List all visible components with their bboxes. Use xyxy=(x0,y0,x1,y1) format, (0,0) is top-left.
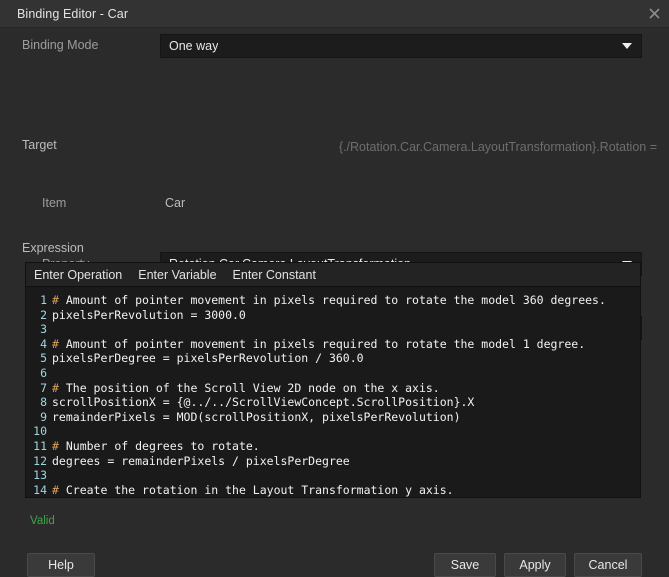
code-line: 2 pixelsPerRevolution = 3000.0 xyxy=(26,308,640,323)
item-label: Item xyxy=(42,196,67,210)
save-button[interactable]: Save xyxy=(434,553,496,577)
line-number: 13 xyxy=(33,468,47,483)
status-badge: Valid xyxy=(30,515,55,527)
line-number: 6 xyxy=(40,365,47,380)
code-text: pixelsPerRevolution = 3000.0 xyxy=(52,307,246,322)
code-text: # Create the rotation in the Layout Tran… xyxy=(52,482,454,497)
code-text: CreateRotationY(degrees) xyxy=(52,497,218,498)
comment-hash: # xyxy=(52,336,59,351)
code-line: 3 xyxy=(26,322,640,337)
code-line: 4 # Amount of pointer movement in pixels … xyxy=(26,337,640,352)
binding-mode-row: Binding Mode One way xyxy=(0,28,669,62)
title-bar: Binding Editor - Car xyxy=(0,0,669,28)
target-section-row: Target {./Rotation.Car.Camera.LayoutTran… xyxy=(0,62,669,154)
code-text: # The position of the Scroll View 2D nod… xyxy=(52,380,440,395)
comment-hash: # xyxy=(52,293,59,307)
expression-toolbar: Enter Operation Enter Variable Enter Con… xyxy=(26,263,640,287)
line-number: 3 xyxy=(40,322,47,337)
code-line: 13 xyxy=(26,468,640,483)
code-text: degrees = remainderPixels / pixelsPerDeg… xyxy=(52,453,350,468)
line-number: 12 xyxy=(33,453,47,468)
code-text: # Number of degrees to rotate. xyxy=(52,438,260,453)
code-line: 15CreateRotationY(degrees) xyxy=(26,497,640,498)
code-line: 1 # Amount of pointer movement in pixels … xyxy=(26,293,640,308)
line-number: 14 xyxy=(33,482,47,497)
line-number: 11 xyxy=(33,438,47,453)
line-number: 7 xyxy=(40,380,47,395)
item-value: Car xyxy=(165,196,186,210)
code-text: # Amount of pointer movement in pixels r… xyxy=(52,293,606,307)
code-line: 5 pixelsPerDegree = pixelsPerRevolution /… xyxy=(26,351,640,366)
code-line: 8 scrollPositionX = {@../../ScrollViewCon… xyxy=(26,395,640,410)
expression-code[interactable]: 1 # Amount of pointer movement in pixels … xyxy=(26,287,640,498)
line-number: 1 xyxy=(40,293,47,307)
enter-constant-button[interactable]: Enter Constant xyxy=(233,268,316,282)
code-line: 12 degrees = remainderPixels / pixelsPerD… xyxy=(26,454,640,469)
comment-hash: # xyxy=(52,482,59,497)
code-line: 6 xyxy=(26,366,640,381)
code-line: 7 # The position of the Scroll View 2D no… xyxy=(26,381,640,396)
binding-editor-window: Binding Editor - Car Binding Mode One wa… xyxy=(0,0,669,577)
window-title: Binding Editor - Car xyxy=(17,6,129,21)
line-number: 9 xyxy=(40,409,47,424)
enter-operation-button[interactable]: Enter Operation xyxy=(34,268,122,282)
code-text: remainderPixels = MOD(scrollPositionX, p… xyxy=(52,409,461,424)
binding-mode-select[interactable]: One way xyxy=(160,34,642,58)
line-number: 8 xyxy=(40,395,47,410)
chevron-down-icon xyxy=(622,43,632,49)
comment-hash: # xyxy=(52,438,59,453)
binding-mode-value: One way xyxy=(169,39,219,53)
code-line: 10 xyxy=(26,424,640,439)
enter-variable-button[interactable]: Enter Variable xyxy=(138,268,216,282)
line-number: 2 xyxy=(40,307,47,322)
line-number: 15 xyxy=(26,497,52,498)
property-row: Property Rotation.Car.Camera.LayoutTrans… xyxy=(0,120,669,276)
expression-editor[interactable]: Enter Operation Enter Variable Enter Con… xyxy=(25,262,641,498)
line-number: 5 xyxy=(40,351,47,366)
binding-mode-label: Binding Mode xyxy=(22,38,99,52)
property-field-row: Property Field ROTATION xyxy=(0,150,669,340)
code-line: 14 # Create the rotation in the Layout Tr… xyxy=(26,482,640,497)
comment-hash: # xyxy=(52,380,59,395)
line-number: 4 xyxy=(40,336,47,351)
code-text: scrollPositionX = {@../../ScrollViewConc… xyxy=(52,395,475,410)
help-button[interactable]: Help xyxy=(27,553,95,577)
line-number: 10 xyxy=(33,424,47,439)
item-row: Item Car xyxy=(0,90,669,210)
cancel-button[interactable]: Cancel xyxy=(574,553,642,577)
code-text: # Amount of pointer movement in pixels r… xyxy=(52,336,586,351)
code-line: 11 # Number of degrees to rotate. xyxy=(26,439,640,454)
expression-label: Expression xyxy=(22,241,84,255)
code-line: 9 remainderPixels = MOD(scrollPositionX, … xyxy=(26,410,640,425)
apply-button[interactable]: Apply xyxy=(504,553,566,577)
code-text: pixelsPerDegree = pixelsPerRevolution / … xyxy=(52,351,364,366)
close-icon[interactable] xyxy=(643,3,665,24)
form-area: Binding Mode One way Target {./Rotation.… xyxy=(0,28,669,577)
